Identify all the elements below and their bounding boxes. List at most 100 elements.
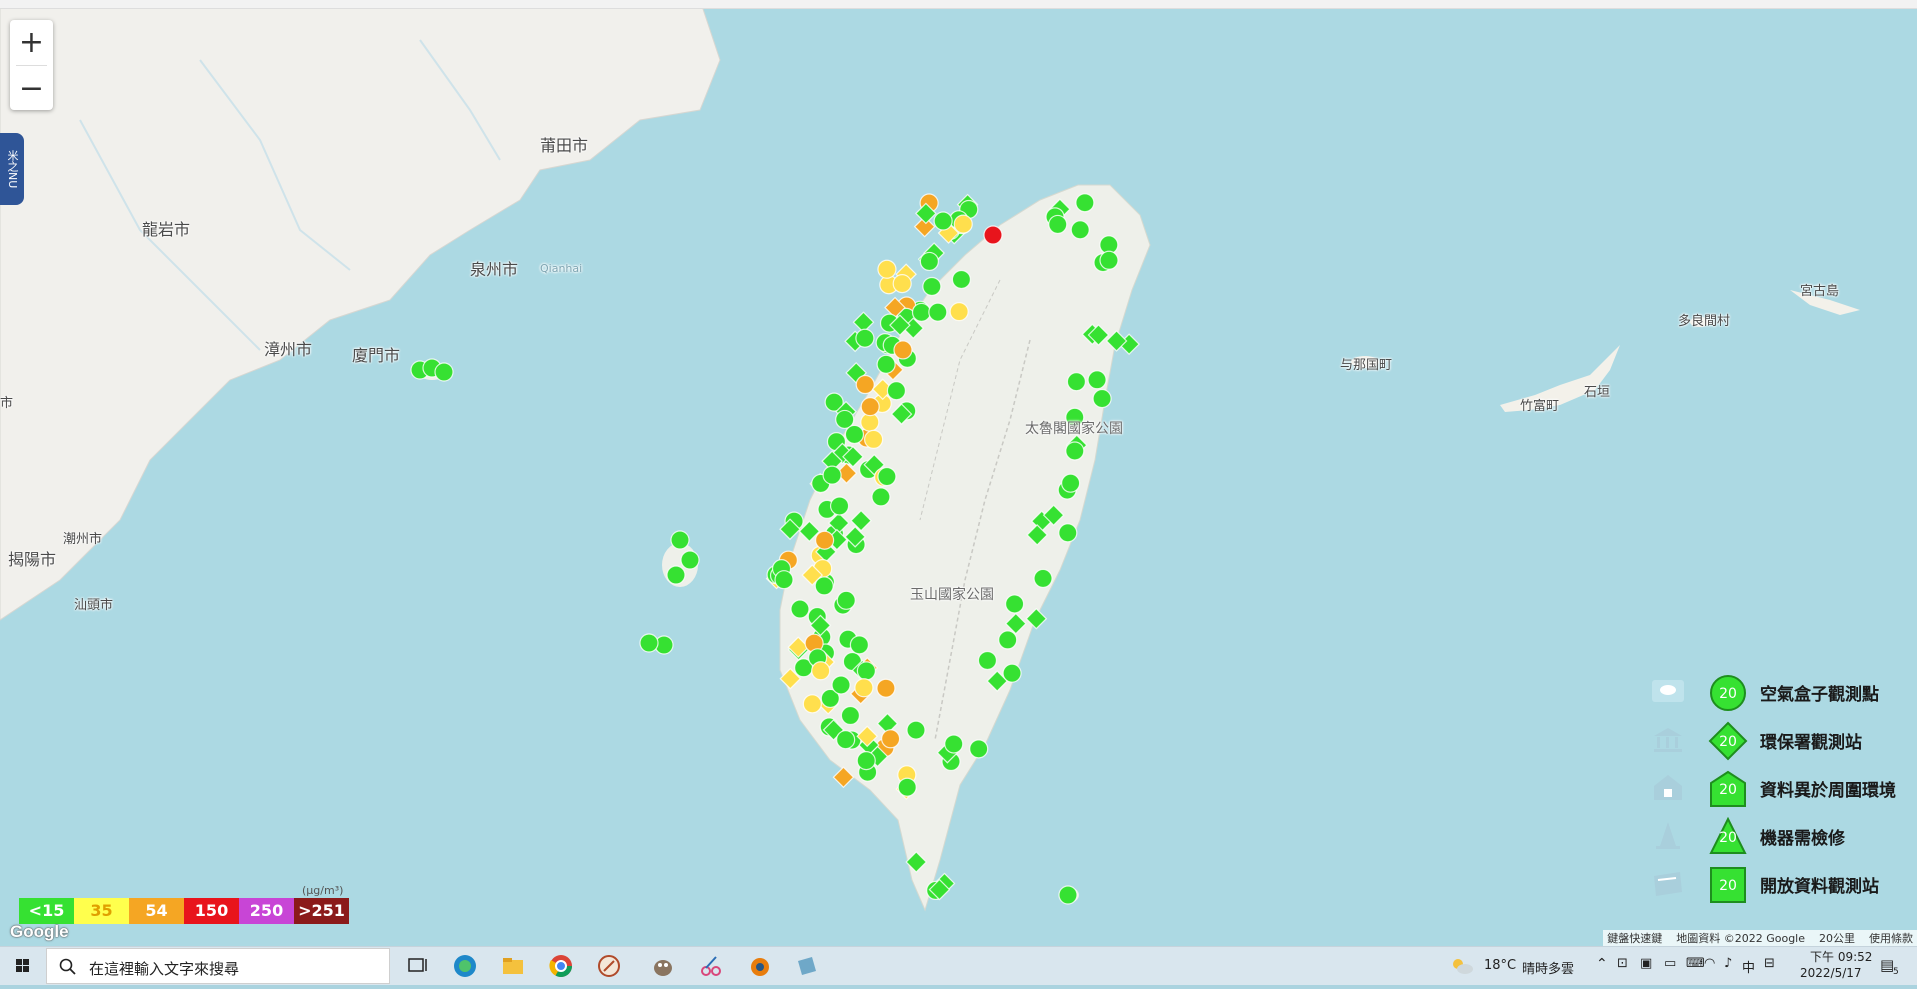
app-tray-icon[interactable]: ▣ xyxy=(1640,956,1652,971)
station-marker[interactable] xyxy=(906,720,926,740)
weather-sun-cloud-icon[interactable] xyxy=(1450,957,1474,975)
station-marker[interactable] xyxy=(680,550,700,570)
station-marker[interactable] xyxy=(855,328,875,348)
zoom-in-button[interactable]: + xyxy=(10,20,53,65)
station-marker[interactable] xyxy=(953,214,973,234)
keyboard-icon[interactable]: ⌨ xyxy=(1686,956,1705,971)
clock-time[interactable]: 下午 09:52 xyxy=(1810,948,1872,965)
blender-app-icon[interactable] xyxy=(744,951,774,981)
station-marker[interactable] xyxy=(844,424,865,445)
file-explorer-icon[interactable] xyxy=(498,951,528,981)
battery-icon[interactable]: ▭ xyxy=(1664,956,1676,971)
station-marker[interactable] xyxy=(864,429,884,449)
station-marker[interactable] xyxy=(897,777,917,797)
station-marker[interactable] xyxy=(1070,220,1090,240)
zoom-out-button[interactable]: − xyxy=(10,66,53,111)
meet-now-icon[interactable]: ⊡ xyxy=(1617,956,1628,971)
station-marker[interactable] xyxy=(877,259,897,279)
compass-app-icon[interactable] xyxy=(594,951,624,981)
station-marker[interactable] xyxy=(892,274,912,294)
station-marker[interactable] xyxy=(822,465,842,485)
side-panel-tab[interactable]: 米之NU xyxy=(0,133,24,205)
edge-browser-icon[interactable] xyxy=(450,951,480,981)
pm25-scale-cell: 250 xyxy=(239,898,294,924)
station-marker[interactable] xyxy=(840,705,861,726)
station-marker[interactable] xyxy=(1033,568,1053,589)
station-marker[interactable] xyxy=(855,374,875,395)
keyboard-shortcuts-link[interactable]: 鍵盤快速鍵 xyxy=(1607,930,1662,946)
station-marker[interactable] xyxy=(877,466,897,487)
city-label: 多良間村 xyxy=(1678,314,1731,329)
station-marker[interactable] xyxy=(829,496,850,516)
station-marker[interactable] xyxy=(876,354,896,374)
taskbar-search-box[interactable]: 在這裡輸入文字來搜尋 xyxy=(46,948,390,984)
station-marker[interactable] xyxy=(1092,388,1112,409)
station-marker[interactable] xyxy=(814,576,834,596)
terms-link[interactable]: 使用條款 xyxy=(1869,930,1913,946)
station-marker[interactable] xyxy=(1058,523,1078,543)
station-marker[interactable] xyxy=(969,739,989,759)
station-marker[interactable] xyxy=(802,694,822,714)
station-marker[interactable] xyxy=(854,678,874,698)
station-marker[interactable] xyxy=(836,730,856,750)
station-marker[interactable] xyxy=(1061,473,1081,493)
map-scale-label[interactable]: 20公里 xyxy=(1819,930,1855,946)
station-marker[interactable] xyxy=(849,635,869,655)
station-marker[interactable] xyxy=(951,269,972,290)
station-marker[interactable] xyxy=(1002,663,1022,683)
legend-row: 20 開放資料觀測站 xyxy=(1640,862,1910,910)
chrome-browser-icon[interactable] xyxy=(546,951,576,981)
map-canvas[interactable]: 莆田市 龍岩市 泉州市 漳州市 廈門市 潮州市 揭陽市 汕頭市 与那国町 多良間… xyxy=(0,0,1917,946)
station-marker[interactable] xyxy=(998,630,1018,650)
snipping-tool-icon[interactable] xyxy=(696,951,726,981)
station-marker[interactable] xyxy=(886,381,907,401)
station-marker[interactable] xyxy=(831,675,851,695)
station-marker[interactable] xyxy=(1058,885,1078,905)
station-marker[interactable] xyxy=(666,565,686,585)
station-marker[interactable] xyxy=(774,570,794,590)
ime-mode-icon[interactable]: ⊟ xyxy=(1764,956,1775,971)
wifi-icon[interactable]: ◠ xyxy=(1704,956,1715,971)
station-marker[interactable] xyxy=(670,530,690,550)
station-marker[interactable] xyxy=(1004,594,1025,614)
station-marker[interactable] xyxy=(1065,441,1085,461)
station-marker[interactable] xyxy=(790,599,810,619)
station-marker[interactable] xyxy=(944,734,964,754)
station-marker[interactable] xyxy=(856,751,876,771)
station-marker[interactable] xyxy=(639,633,659,653)
station-marker[interactable] xyxy=(919,251,939,272)
station-marker[interactable] xyxy=(1048,214,1068,235)
pm25-scale-cell: <15 xyxy=(19,898,74,924)
station-marker[interactable] xyxy=(876,678,896,698)
gimp-app-icon[interactable] xyxy=(648,951,678,981)
start-button[interactable] xyxy=(0,947,44,985)
weather-temperature[interactable]: 18°C xyxy=(1484,958,1516,973)
station-marker[interactable] xyxy=(983,225,1003,245)
task-view-icon[interactable] xyxy=(402,951,432,981)
show-hidden-icons-chevron-icon[interactable]: ⌃ xyxy=(1596,956,1608,972)
station-marker[interactable] xyxy=(949,302,969,322)
station-marker[interactable] xyxy=(922,276,942,297)
station-marker[interactable] xyxy=(893,340,913,360)
station-marker[interactable] xyxy=(881,729,901,749)
station-marker[interactable] xyxy=(1075,193,1095,213)
station-marker[interactable] xyxy=(1066,372,1087,392)
station-marker[interactable] xyxy=(434,362,454,382)
station-marker[interactable] xyxy=(1099,250,1119,270)
station-marker[interactable] xyxy=(977,650,998,671)
station-marker[interactable] xyxy=(911,302,932,322)
station-marker[interactable] xyxy=(856,661,876,681)
clock-date[interactable]: 2022/5/17 xyxy=(1800,966,1862,980)
station-marker[interactable] xyxy=(933,211,953,231)
station-marker[interactable] xyxy=(814,530,835,550)
weather-description[interactable]: 晴時多雲 xyxy=(1522,958,1574,977)
ime-indicator[interactable]: 中 xyxy=(1742,957,1755,976)
station-marker[interactable] xyxy=(836,590,856,610)
station-marker[interactable] xyxy=(871,487,891,507)
app-window-icon[interactable] xyxy=(792,951,822,981)
volume-icon[interactable]: ♪ xyxy=(1724,956,1732,971)
station-marker[interactable] xyxy=(1087,370,1107,390)
station-marker[interactable] xyxy=(811,661,831,681)
station-marker[interactable] xyxy=(860,397,880,417)
station-marker[interactable] xyxy=(928,302,948,322)
